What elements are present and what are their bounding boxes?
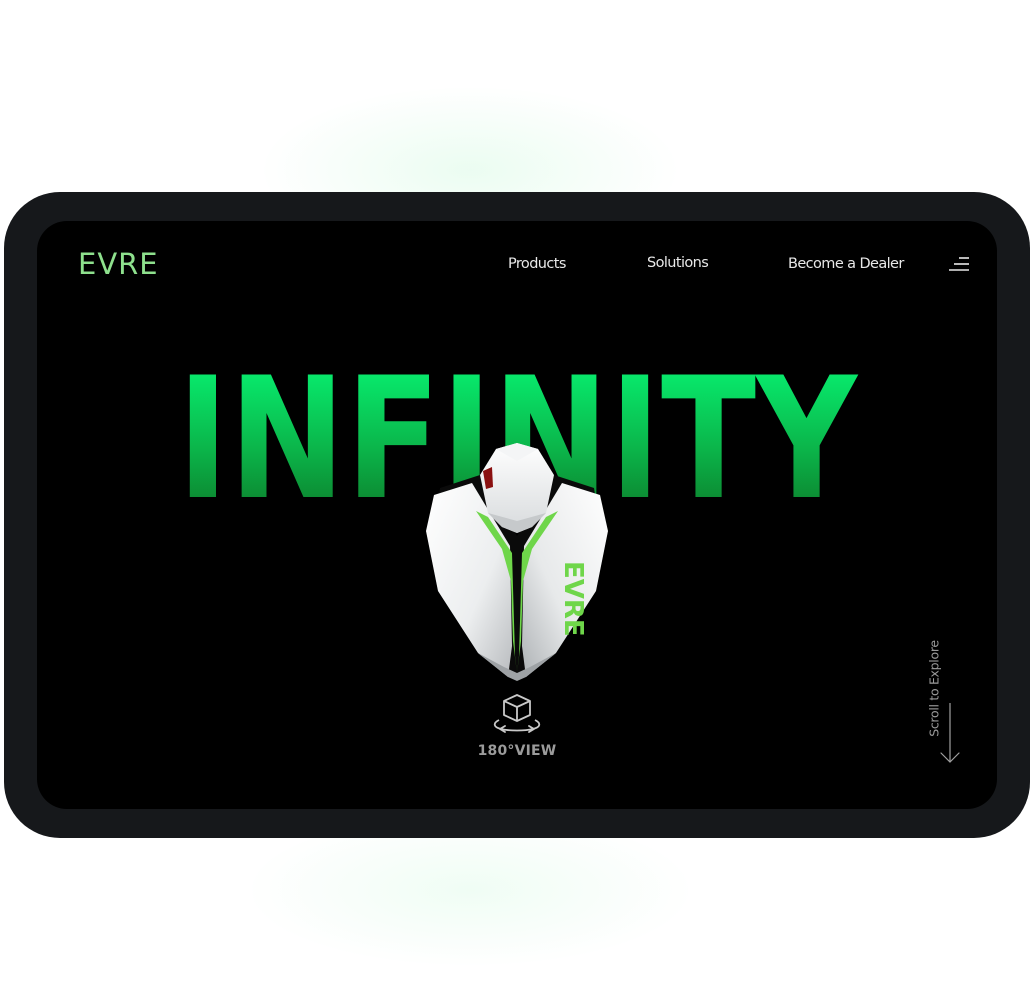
product-brand-mark: EVRE (558, 561, 588, 637)
scroll-to-explore[interactable]: Scroll to Explore (917, 636, 967, 766)
product-image: EVRE (426, 443, 608, 681)
view-360-button[interactable]: 180°VIEW (477, 691, 557, 766)
3d-rotate-cube-icon (493, 694, 541, 733)
menu-icon[interactable] (948, 256, 970, 272)
brand-logo[interactable]: EVRE (78, 247, 159, 281)
page: EVRE Products Solutions Become a Dealer … (0, 0, 1032, 1000)
nav-link-become-a-dealer[interactable]: Become a Dealer (788, 256, 904, 272)
arrow-down-icon (940, 703, 960, 763)
view-360-label: 180°VIEW (477, 743, 557, 759)
nav-link-products[interactable]: Products (508, 256, 566, 272)
nav-link-solutions[interactable]: Solutions (647, 255, 709, 271)
hero-screen: EVRE Products Solutions Become a Dealer … (37, 221, 997, 809)
